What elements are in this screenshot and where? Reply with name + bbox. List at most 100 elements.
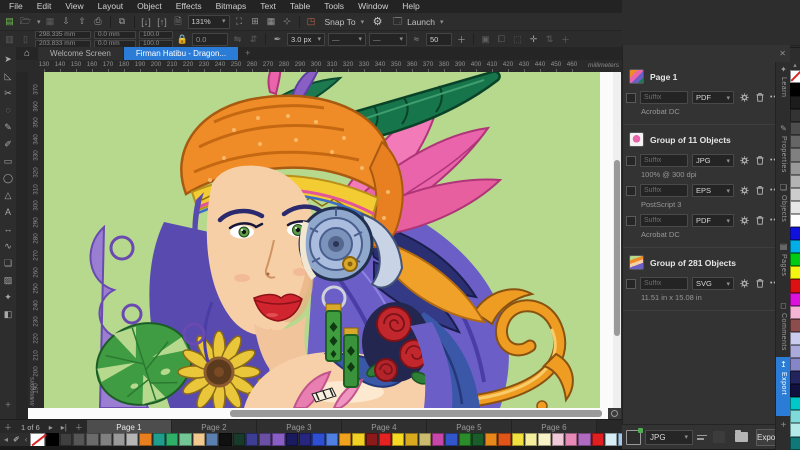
color-swatch[interactable] xyxy=(259,433,271,446)
polygon-tool[interactable]: △ xyxy=(1,187,15,203)
color-swatch[interactable] xyxy=(790,358,800,371)
color-swatch[interactable] xyxy=(790,188,800,201)
freehand-tool[interactable]: ✎ xyxy=(1,119,15,135)
delete-format-trash-icon[interactable] xyxy=(754,215,766,227)
color-swatch[interactable] xyxy=(339,433,351,446)
color-swatch[interactable] xyxy=(790,214,800,227)
menu-tools[interactable]: Tools xyxy=(317,0,351,13)
menu-file[interactable]: File xyxy=(2,0,30,13)
export-icon[interactable]: [↑] xyxy=(156,16,169,28)
suffix-input[interactable] xyxy=(640,91,688,104)
color-swatch[interactable] xyxy=(790,227,800,240)
color-swatch[interactable] xyxy=(299,433,311,446)
delete-format-trash-icon[interactable] xyxy=(754,278,766,290)
color-swatch[interactable] xyxy=(790,240,800,253)
settings-gear-icon[interactable]: ⚙ xyxy=(371,16,384,28)
ellipse-tool[interactable]: ◯ xyxy=(1,170,15,186)
color-swatch[interactable] xyxy=(790,253,800,266)
color-swatch[interactable] xyxy=(790,148,800,161)
last-page-button[interactable]: ▸| xyxy=(57,420,71,434)
next-page-button[interactable]: ▸ xyxy=(45,420,57,434)
export-options-icon[interactable] xyxy=(697,431,709,443)
home-icon[interactable]: ⌂ xyxy=(16,47,38,60)
mirror-vertical-icon[interactable]: ⇵ xyxy=(247,33,260,45)
format-settings-gear-icon[interactable] xyxy=(738,155,750,167)
color-swatch[interactable] xyxy=(432,433,444,446)
color-swatch[interactable] xyxy=(485,433,497,446)
color-swatch[interactable] xyxy=(60,433,72,446)
page-tab-page-5[interactable]: Page 5 xyxy=(427,420,512,434)
zoom-level-select[interactable]: 131%▾ xyxy=(188,15,230,29)
color-swatch[interactable] xyxy=(592,433,604,446)
color-swatch[interactable] xyxy=(472,433,484,446)
rotation-field[interactable]: 0.0 xyxy=(192,33,228,46)
page-tab-page-4[interactable]: Page 4 xyxy=(342,420,427,434)
color-swatch[interactable] xyxy=(538,433,550,446)
export-item-checkbox[interactable] xyxy=(626,156,636,166)
crop-tool[interactable]: ✂ xyxy=(1,85,15,101)
connector-tool[interactable]: ∿ xyxy=(1,238,15,254)
color-swatch[interactable] xyxy=(113,433,125,446)
vertical-ruler[interactable]: millimeters 3703603503403303203103002902… xyxy=(28,72,45,408)
outline-width-select[interactable]: 3.0 px▾ xyxy=(287,33,325,46)
color-swatch[interactable] xyxy=(73,433,85,446)
color-swatch[interactable] xyxy=(552,433,564,446)
color-swatch[interactable] xyxy=(790,293,800,306)
add-docker-tab-button[interactable]: + xyxy=(781,420,787,431)
pick-tool[interactable]: ➤ xyxy=(1,51,15,67)
view-grid-icon[interactable]: ▦ xyxy=(265,16,278,28)
menu-table[interactable]: Table xyxy=(283,0,317,13)
format-settings-gear-icon[interactable] xyxy=(738,185,750,197)
color-swatch[interactable] xyxy=(790,83,800,96)
color-swatch[interactable] xyxy=(605,433,617,446)
color-swatch[interactable] xyxy=(790,266,800,279)
page-layout-icon[interactable]: ▥ xyxy=(3,33,16,45)
menu-layout[interactable]: Layout xyxy=(91,0,131,13)
menu-view[interactable]: View xyxy=(58,0,90,13)
suffix-input[interactable] xyxy=(640,184,688,197)
add-page-button[interactable]: ＋ xyxy=(71,420,87,434)
color-swatch[interactable] xyxy=(46,433,58,446)
format-settings-gear-icon[interactable] xyxy=(738,215,750,227)
size-x-field[interactable]: 298.335 mm xyxy=(35,31,91,39)
output-folder-icon[interactable] xyxy=(735,432,748,442)
color-swatch[interactable] xyxy=(326,433,338,446)
color-swatch[interactable] xyxy=(790,437,800,450)
line-style-select[interactable]: —▾ xyxy=(328,33,366,46)
color-swatch[interactable] xyxy=(139,433,151,446)
color-swatch[interactable] xyxy=(578,433,590,446)
color-swatch[interactable] xyxy=(206,433,218,446)
format-select[interactable]: PDF▾ xyxy=(692,91,734,104)
scale-fields[interactable]: 100.0 100.0 xyxy=(139,31,173,48)
menu-help[interactable]: Help xyxy=(395,0,426,13)
page-tab-page-2[interactable]: Page 2 xyxy=(172,420,257,434)
zoom-tool[interactable]: ◌ xyxy=(1,102,15,118)
order-icon[interactable]: ⧠ xyxy=(495,33,508,45)
object-position-fields[interactable]: 0.0 mm 0.0 mm xyxy=(94,31,136,48)
add-tool-icon[interactable]: ＋ xyxy=(559,33,572,45)
import-icon[interactable]: [↓] xyxy=(140,16,153,28)
open-icon[interactable]: 🗁 xyxy=(19,16,32,28)
color-swatch[interactable] xyxy=(219,433,231,446)
palette-prev-icon[interactable]: ‹ xyxy=(23,435,30,444)
color-swatch[interactable] xyxy=(233,433,245,446)
center-dialog-icon[interactable]: ✛ xyxy=(527,33,540,45)
drawing-canvas[interactable] xyxy=(44,72,600,408)
page-tab-page-1[interactable]: Page 1 xyxy=(87,420,172,434)
color-swatch[interactable] xyxy=(312,433,324,446)
align-pixels-icon[interactable]: ⊹ xyxy=(281,16,294,28)
color-swatch[interactable] xyxy=(86,433,98,446)
color-swatch[interactable] xyxy=(366,433,378,446)
rectangle-tool[interactable]: ▭ xyxy=(1,153,15,169)
menu-bitmaps[interactable]: Bitmaps xyxy=(209,0,254,13)
suffix-input[interactable] xyxy=(640,154,688,167)
color-swatch[interactable] xyxy=(392,433,404,446)
suffix-input[interactable] xyxy=(640,277,688,290)
footer-format-select[interactable]: JPG▾ xyxy=(645,430,693,445)
view-rulers-icon[interactable]: ⊞ xyxy=(249,16,262,28)
palette-eyedropper-icon[interactable]: ✐ xyxy=(11,435,22,444)
color-swatch[interactable] xyxy=(790,175,800,188)
cloud-upload-icon[interactable]: ⇧ xyxy=(76,16,89,28)
format-select[interactable]: SVG▾ xyxy=(692,277,734,290)
cloud-download-icon[interactable]: ⇩ xyxy=(60,16,73,28)
